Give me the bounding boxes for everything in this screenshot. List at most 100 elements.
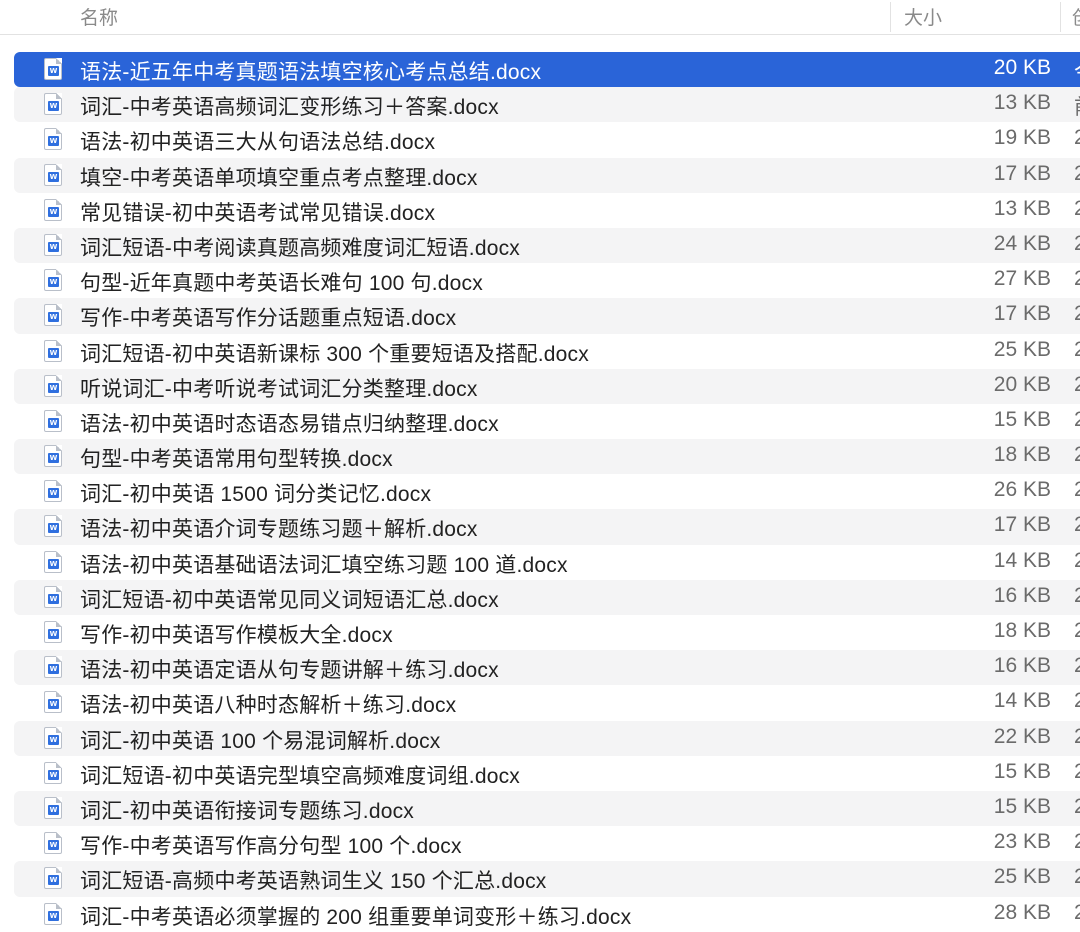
- file-size: 13 KB: [993, 91, 1051, 115]
- file-size: 13 KB: [993, 196, 1051, 220]
- file-row[interactable]: W 听说词汇-中考听说考试词汇分类整理.docx 20 KB 2: [14, 368, 1080, 404]
- column-header: 名称 大小 创: [0, 0, 1080, 35]
- word-document-icon: W: [44, 585, 62, 608]
- file-size: 16 KB: [993, 654, 1051, 678]
- word-document-icon: W: [44, 198, 62, 221]
- file-date-clipped: 2: [1074, 654, 1080, 678]
- file-name: 语法-初中英语时态语态易错点归纳整理.docx: [80, 412, 499, 436]
- file-row[interactable]: W 语法-初中英语定语从句专题讲解＋练习.docx 16 KB 2: [14, 650, 1080, 686]
- file-row[interactable]: W 写作-初中英语写作模板大全.docx 18 KB 2: [14, 615, 1080, 650]
- file-size: 17 KB: [993, 302, 1051, 326]
- column-size-header[interactable]: 大小: [904, 3, 942, 30]
- file-size: 28 KB: [993, 900, 1051, 924]
- file-name: 语法-初中英语定语从句专题讲解＋练习.docx: [80, 659, 499, 683]
- file-date-clipped: 2: [1074, 196, 1080, 220]
- file-date-clipped: 前: [1074, 91, 1080, 121]
- file-row[interactable]: W 词汇-中考英语必须掌握的 200 组重要单词变形＋练习.docx 28 KB 2: [14, 897, 1080, 932]
- file-size: 25 KB: [993, 337, 1051, 361]
- file-size: 20 KB: [993, 372, 1051, 396]
- column-divider[interactable]: [1060, 2, 1061, 32]
- column-divider[interactable]: [890, 2, 891, 32]
- file-row[interactable]: W 词汇-初中英语 1500 词分类记忆.docx 26 KB 2: [14, 474, 1080, 509]
- file-row[interactable]: W 语法-初中英语八种时态解析＋练习.docx 14 KB 2: [14, 685, 1080, 720]
- word-document-icon: W: [44, 550, 62, 573]
- file-row[interactable]: W 写作-中考英语写作分话题重点短语.docx 17 KB 2: [14, 298, 1080, 334]
- file-date-clipped: 2: [1074, 372, 1080, 396]
- file-name: 词汇短语-初中英语完型填空高频难度词组.docx: [80, 764, 520, 788]
- file-size: 18 KB: [993, 443, 1051, 467]
- word-document-icon: W: [44, 93, 62, 116]
- file-size: 15 KB: [993, 794, 1051, 818]
- file-date-clipped: 2: [1074, 689, 1080, 713]
- file-name: 写作-中考英语写作分话题重点短语.docx: [80, 307, 457, 331]
- column-name-header[interactable]: 名称: [80, 3, 118, 30]
- word-document-icon: W: [44, 445, 62, 468]
- file-row[interactable]: W 句型-近年真题中考英语长难句 100 句.docx 27 KB 2: [14, 263, 1080, 298]
- file-size: 18 KB: [993, 619, 1051, 642]
- file-date-clipped: 2: [1074, 126, 1080, 150]
- file-size: 23 KB: [993, 830, 1051, 854]
- file-date-clipped: 2: [1074, 231, 1080, 255]
- word-document-icon: W: [44, 58, 62, 80]
- word-document-icon: W: [44, 796, 62, 819]
- word-document-icon: W: [44, 163, 62, 186]
- column-kind-header[interactable]: 创: [1072, 3, 1080, 30]
- file-size: 15 KB: [993, 759, 1051, 783]
- file-row[interactable]: W 词汇-初中英语衔接词专题练习.docx 15 KB 2: [14, 790, 1080, 827]
- file-date-clipped: 今: [1074, 56, 1080, 86]
- word-document-icon: W: [44, 691, 62, 714]
- file-name: 常见错误-初中英语考试常见错误.docx: [80, 201, 436, 225]
- file-row[interactable]: W 语法-初中英语三大从句语法总结.docx 19 KB 2: [14, 122, 1080, 157]
- file-row[interactable]: W 句型-中考英语常用句型转换.docx 18 KB 2: [14, 439, 1080, 475]
- file-row[interactable]: W 语法-初中英语介词专题练习题＋解析.docx 17 KB 2: [14, 509, 1080, 545]
- file-name: 词汇-中考英语高频词汇变形练习＋答案.docx: [80, 96, 499, 120]
- file-row[interactable]: W 词汇短语-中考阅读真题高频难度词汇短语.docx 24 KB 2: [14, 227, 1080, 264]
- word-document-icon: W: [44, 480, 62, 503]
- word-document-icon: W: [44, 621, 62, 643]
- file-size: 15 KB: [993, 407, 1051, 431]
- file-name: 写作-初中英语写作模板大全.docx: [80, 624, 393, 647]
- word-document-icon: W: [44, 515, 62, 538]
- file-row[interactable]: W 写作-中考英语写作高分句型 100 个.docx 23 KB 2: [14, 826, 1080, 861]
- file-name: 填空-中考英语单项填空重点考点整理.docx: [80, 166, 478, 190]
- file-date-clipped: 2: [1074, 337, 1080, 361]
- file-date-clipped: 2: [1074, 865, 1080, 889]
- file-row[interactable]: W 语法-初中英语基础语法词汇填空练习题 100 道.docx 14 KB 2: [14, 545, 1080, 580]
- word-document-icon: W: [44, 233, 62, 256]
- file-row[interactable]: W 词汇短语-初中英语完型填空高频难度词组.docx 15 KB 2: [14, 756, 1080, 791]
- file-row[interactable]: W 语法-近五年中考真题语法填空核心考点总结.docx 20 KB 今: [14, 52, 1080, 88]
- word-document-icon: W: [44, 867, 62, 890]
- file-name: 词汇-初中英语衔接词专题练习.docx: [80, 799, 414, 823]
- word-document-icon: W: [44, 409, 62, 432]
- file-name: 词汇短语-初中英语常见同义词短语汇总.docx: [80, 588, 499, 612]
- file-name: 词汇-中考英语必须掌握的 200 组重要单词变形＋练习.docx: [80, 905, 632, 929]
- file-name: 语法-初中英语三大从句语法总结.docx: [80, 131, 436, 155]
- file-name: 写作-中考英语写作高分句型 100 个.docx: [80, 835, 462, 859]
- word-document-icon: W: [44, 832, 62, 855]
- file-date-clipped: 2: [1074, 302, 1080, 326]
- file-row[interactable]: W 词汇短语-高频中考英语熟词生义 150 个汇总.docx 25 KB 2: [14, 861, 1080, 897]
- file-size: 25 KB: [993, 865, 1051, 889]
- file-row[interactable]: W 词汇短语-初中英语常见同义词短语汇总.docx 16 KB 2: [14, 579, 1080, 615]
- file-row[interactable]: W 常见错误-初中英语考试常见错误.docx 13 KB 2: [14, 193, 1080, 228]
- word-document-icon: W: [44, 128, 62, 151]
- file-name: 词汇-初中英语 1500 词分类记忆.docx: [80, 483, 432, 507]
- file-date-clipped: 2: [1074, 443, 1080, 467]
- file-date-clipped: 2: [1074, 583, 1080, 607]
- word-document-icon: W: [44, 339, 62, 362]
- file-date-clipped: 2: [1074, 513, 1080, 537]
- file-row[interactable]: W 词汇短语-初中英语新课标 300 个重要短语及搭配.docx 25 KB 2: [14, 334, 1080, 369]
- file-row[interactable]: W 词汇-中考英语高频词汇变形练习＋答案.docx 13 KB 前: [14, 87, 1080, 123]
- file-row[interactable]: W 词汇-初中英语 100 个易混词解析.docx 22 KB 2: [14, 720, 1080, 756]
- word-document-icon: W: [44, 374, 62, 397]
- file-row[interactable]: W 填空-中考英语单项填空重点考点整理.docx 17 KB 2: [14, 157, 1080, 193]
- word-document-icon: W: [44, 902, 62, 925]
- word-document-icon: W: [44, 269, 62, 292]
- file-size: 20 KB: [993, 56, 1051, 79]
- file-name: 语法-初中英语介词专题练习题＋解析.docx: [80, 518, 478, 542]
- file-row[interactable]: W 语法-初中英语时态语态易错点归纳整理.docx 15 KB 2: [14, 404, 1080, 439]
- file-size: 22 KB: [993, 724, 1051, 748]
- file-date-clipped: 2: [1074, 548, 1080, 572]
- file-size: 17 KB: [993, 513, 1051, 537]
- file-date-clipped: 2: [1074, 478, 1080, 502]
